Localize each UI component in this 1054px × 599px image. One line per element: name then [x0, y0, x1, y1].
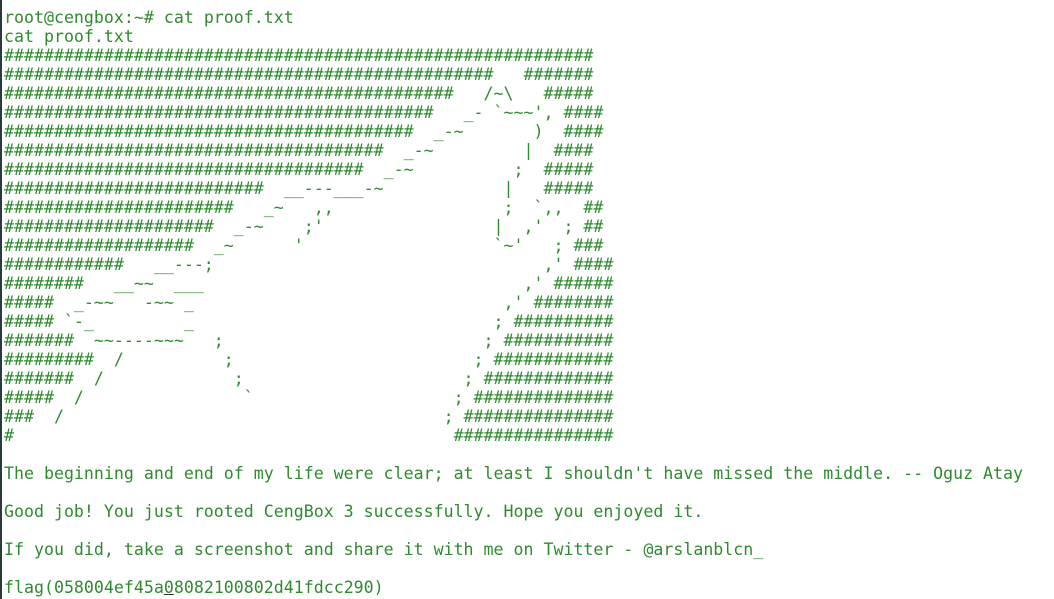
ascii-art-line: ########################################…: [4, 65, 594, 84]
flag-line: flag(058004ef45a08082100802d41fdcc290): [4, 578, 384, 597]
flag-suffix: 8082100802d41fdcc290): [173, 578, 384, 597]
congrats-line: Good job! You just rooted CengBox 3 succ…: [4, 502, 704, 521]
terminal-output: root@cengbox:~# cat proof.txt cat proof.…: [4, 8, 1023, 597]
ascii-art-line: ######## __~~ ___ ,' ######: [4, 274, 614, 293]
ascii-art-line: ########################################…: [4, 84, 594, 103]
ascii-art-line: ####### / ; ; #############: [4, 369, 614, 388]
share-line: If you did, take a screenshot and share …: [4, 540, 764, 559]
typed-command: cat proof.txt: [163, 8, 294, 27]
ascii-art-line: ########################################…: [4, 46, 594, 65]
ascii-art-line: ##################### _-~ ;' | ,' ; ##: [4, 217, 604, 236]
ascii-art-line: ##### `-_ _ ; ##########: [4, 312, 614, 331]
quote-line: The beginning and end of my life were cl…: [4, 464, 1024, 483]
ascii-art-line: # ################: [4, 426, 614, 445]
ascii-art-line: ####### ~~----~~~ ; ; ###########: [4, 331, 614, 350]
ascii-art-line: ############ __---; ,' ####: [4, 255, 614, 274]
terminal-window[interactable]: root@cengbox:~# cat proof.txt cat proof.…: [0, 0, 1054, 599]
ascii-art-line: ##### _-~~ -~~ _ ,' ########: [4, 293, 614, 312]
ascii-art-line: ################### _~ ' `~' ; ###: [4, 236, 604, 255]
ascii-art-line: ########################################…: [4, 103, 604, 122]
ascii-art: ########################################…: [4, 46, 613, 445]
ascii-art-line: ####################### _~ ,, ; `,, ##: [4, 198, 604, 217]
ascii-art-line: ### / ; ###############: [4, 407, 614, 426]
command-echo: cat proof.txt: [4, 27, 134, 46]
ascii-art-line: #################################### _-~…: [4, 160, 594, 179]
ascii-art-line: ########################## __---___-~ | …: [4, 179, 594, 198]
terminal-cursor: 0: [163, 578, 174, 597]
ascii-art-line: ##### / ` ; ##############: [4, 388, 614, 407]
shell-prompt: root@cengbox:~#: [4, 8, 164, 27]
ascii-art-line: ########################################…: [4, 122, 604, 141]
ascii-art-line: ###################################### _…: [4, 141, 594, 160]
ascii-art-line: ######### / ; ; ############: [4, 350, 614, 369]
flag-prefix: flag(058004ef45a: [4, 578, 164, 597]
